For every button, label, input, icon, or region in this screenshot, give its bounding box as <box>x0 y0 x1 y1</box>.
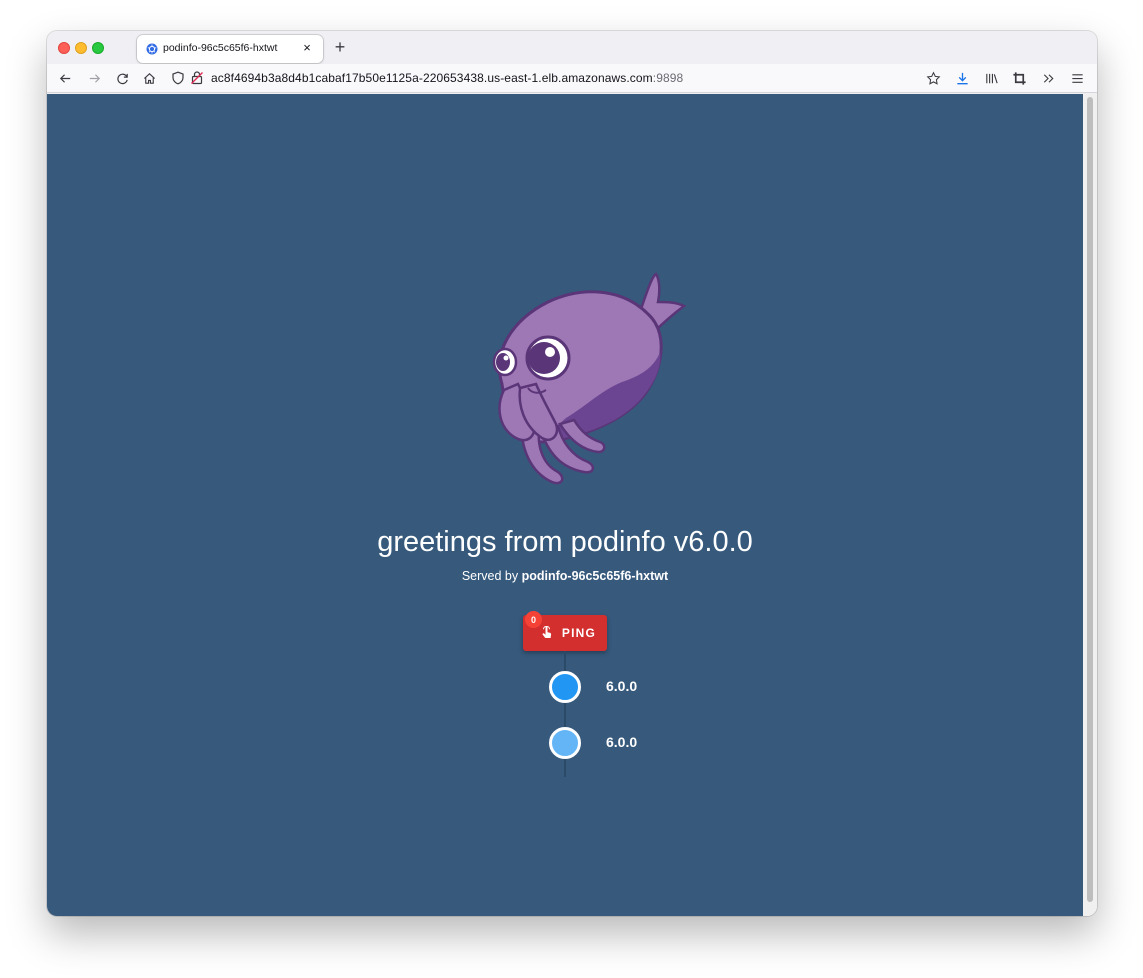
url-text[interactable]: ac8f4694b3a8d4b1cabaf17b50e1125a-2206534… <box>211 71 683 85</box>
library-icon <box>985 73 998 83</box>
tab-close-icon[interactable]: × <box>300 40 314 55</box>
page-content: greetings from podinfo v6.0.0 Served by … <box>47 94 1083 916</box>
served-by-text: Served by podinfo-96c5c65f6-hxtwt <box>47 569 1083 583</box>
tab-strip: podinfo-96c5c65f6-hxtwt × + <box>47 31 1097 64</box>
timeline-version: 6.0.0 <box>606 678 638 694</box>
address-bar[interactable]: ac8f4694b3a8d4b1cabaf17b50e1125a-2206534… <box>165 66 943 90</box>
ping-button[interactable]: 0 PING <box>523 611 607 651</box>
timeline-dot <box>549 727 581 759</box>
touch-hand-icon <box>542 626 552 638</box>
tab-podinfo[interactable]: podinfo-96c5c65f6-hxtwt × <box>137 35 323 63</box>
chevrons-right-icon <box>1043 73 1054 83</box>
served-host: podinfo-96c5c65f6-hxtwt <box>521 569 669 583</box>
screenshot-button[interactable] <box>1009 68 1029 88</box>
url-host: ac8f4694b3a8d4b1cabaf17b50e1125a-2206534… <box>211 71 653 85</box>
scrollbar-thumb[interactable] <box>1087 97 1093 902</box>
hamburger-menu-icon <box>1071 73 1083 83</box>
reload-button[interactable] <box>112 68 132 88</box>
ping-label: PING <box>561 626 597 640</box>
crop-icon <box>1012 71 1026 85</box>
navigation-toolbar: ac8f4694b3a8d4b1cabaf17b50e1125a-2206534… <box>47 64 1097 93</box>
menu-button[interactable] <box>1067 68 1087 88</box>
home-button[interactable] <box>139 68 159 88</box>
star-icon <box>926 71 940 85</box>
maximize-window-button[interactable] <box>92 42 104 54</box>
bookmark-button[interactable] <box>923 68 943 88</box>
library-button[interactable] <box>981 68 1001 88</box>
served-prefix: Served by <box>461 569 522 583</box>
timeline-version: 6.0.0 <box>606 734 638 750</box>
ping-count-badge: 0 <box>525 611 542 628</box>
back-button[interactable] <box>55 68 75 88</box>
forward-button[interactable] <box>84 68 104 88</box>
insecure-lock-icon[interactable] <box>190 70 204 85</box>
forward-arrow-icon <box>89 73 100 83</box>
shield-icon[interactable] <box>171 71 185 85</box>
home-icon <box>143 72 155 84</box>
browser-window: podinfo-96c5c65f6-hxtwt × + ac8f4694b3a8… <box>47 31 1097 916</box>
download-icon <box>956 72 968 84</box>
downloads-button[interactable] <box>952 68 972 88</box>
new-tab-button[interactable]: + <box>331 35 349 59</box>
vertical-scrollbar[interactable] <box>1083 94 1097 916</box>
close-window-button[interactable] <box>58 42 70 54</box>
reload-icon <box>116 73 128 84</box>
podinfo-cuttlefish-logo <box>492 272 687 485</box>
url-port: :9898 <box>652 71 684 85</box>
tab-title: podinfo-96c5c65f6-hxtwt <box>163 42 278 54</box>
timeline-dot <box>549 671 581 703</box>
overflow-button[interactable] <box>1038 68 1058 88</box>
greeting-title: greetings from podinfo v6.0.0 <box>377 526 753 558</box>
minimize-window-button[interactable] <box>75 42 87 54</box>
kubernetes-icon <box>146 43 158 55</box>
back-arrow-icon <box>59 73 70 83</box>
